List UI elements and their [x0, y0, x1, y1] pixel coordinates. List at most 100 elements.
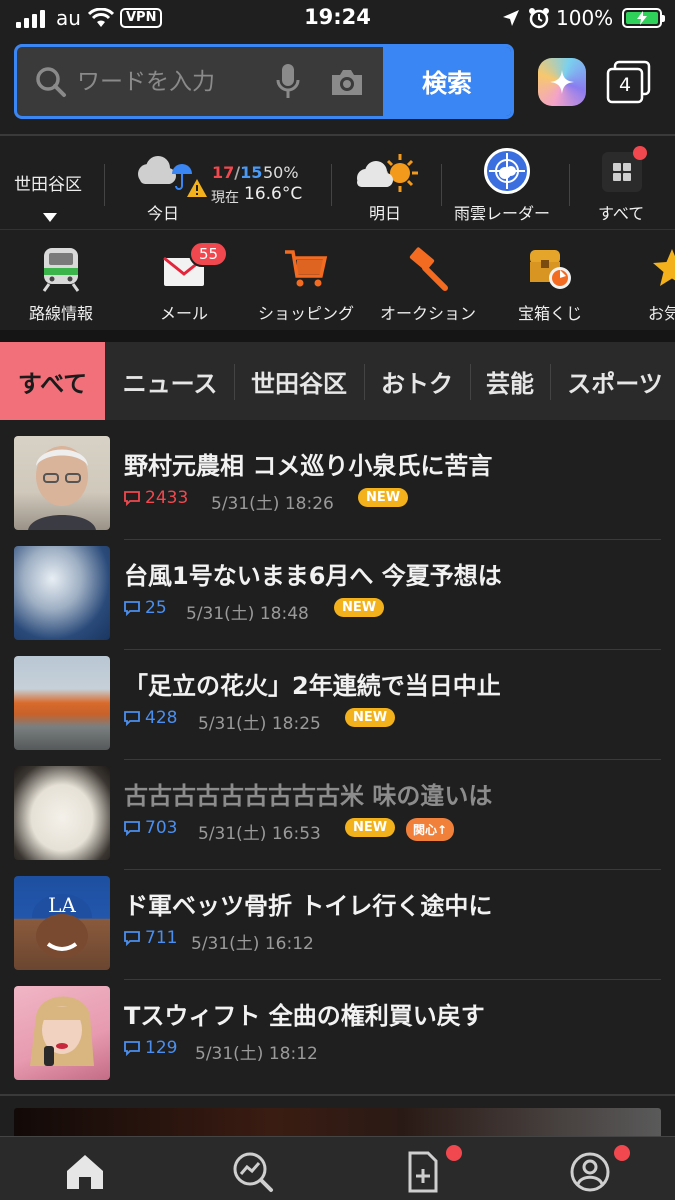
- rain-radar-icon[interactable]: [484, 148, 530, 194]
- trends-tab[interactable]: [232, 1151, 274, 1193]
- tab-count: 4: [618, 74, 632, 96]
- service-route-info[interactable]: 路線情報: [0, 232, 126, 328]
- news-item[interactable]: 「足立の花火」2年連続で当日中止 428 5/31(土) 18:25 NEW: [0, 656, 675, 766]
- news-title[interactable]: 古古古古古古古古古米 味の違いは: [124, 776, 492, 811]
- news-date: 5/31(土) 16:12: [191, 934, 314, 954]
- news-thumbnail: [14, 436, 110, 530]
- service-auction[interactable]: オークション: [363, 232, 493, 328]
- comment-icon: [124, 601, 140, 616]
- tab-deals[interactable]: おトク: [368, 342, 466, 420]
- star-icon: [653, 249, 675, 286]
- user-icon: [570, 1152, 610, 1192]
- tab-switcher-button[interactable]: 4: [606, 60, 652, 108]
- tab-sports[interactable]: スポーツ: [552, 342, 675, 420]
- location-selector[interactable]: 世田谷区: [14, 170, 82, 195]
- news-item[interactable]: 古古古古古古古古古米 味の違いは 703 5/31(土) 16:53 NEW 関…: [0, 766, 675, 876]
- news-thumbnail: [14, 986, 110, 1080]
- comment-count[interactable]: 428: [124, 708, 177, 728]
- tab-setagaya[interactable]: 世田谷区: [238, 342, 360, 420]
- service-favorites[interactable]: お気に: [607, 232, 675, 328]
- tab-news[interactable]: ニュース: [110, 342, 230, 420]
- weather-row: 世田谷区 今日 17/15 50% 現在 16.6°C 明日 雨雲レーダー すべ…: [0, 138, 675, 230]
- ai-assistant-icon[interactable]: [538, 58, 586, 106]
- category-tabs: すべて ニュース 世田谷区 おトク 芸能 スポーツ: [0, 342, 675, 420]
- news-item[interactable]: 野村元農相 コメ巡り小泉氏に苦言 2433 5/31(土) 18:26 NEW: [0, 436, 675, 546]
- news-date: 5/31(土) 18:26: [211, 494, 334, 514]
- saved-articles-tab[interactable]: [402, 1151, 444, 1193]
- search-input[interactable]: [77, 65, 277, 99]
- rain-radar-label[interactable]: 雨雲レーダー: [454, 200, 550, 224]
- news-item[interactable]: LA ド軍ベッツ骨折 トイレ行く途中に 711 5/31(土) 16:12: [0, 876, 675, 986]
- bottom-navigation: [0, 1136, 675, 1200]
- home-tab[interactable]: [64, 1151, 106, 1193]
- tomorrow-label[interactable]: 明日: [369, 200, 401, 224]
- warning-icon: [187, 179, 207, 197]
- home-icon: [67, 1155, 103, 1189]
- news-date: 5/31(土) 18:12: [195, 1044, 318, 1064]
- account-tab[interactable]: [569, 1151, 611, 1193]
- new-badge: NEW: [345, 708, 396, 727]
- tab-entertainment[interactable]: 芸能: [472, 342, 548, 420]
- rain-chance[interactable]: 50%: [263, 163, 299, 182]
- temp-high-low[interactable]: 17/15: [212, 163, 262, 182]
- news-item[interactable]: Tスウィフト 全曲の権利買い戻す 129 5/31(土) 18:12: [0, 986, 675, 1096]
- service-shortcuts: 路線情報 55 メール ショッピング オークション 宝箱くじ お気に: [0, 232, 675, 328]
- new-badge: NEW: [334, 598, 385, 617]
- notification-dot: [633, 146, 647, 160]
- battery-icon: [622, 8, 665, 28]
- comment-icon: [124, 711, 140, 726]
- news-title[interactable]: 「足立の花火」2年連続で当日中止: [124, 666, 501, 701]
- news-title[interactable]: ド軍ベッツ骨折 トイレ行く途中に: [124, 886, 492, 921]
- news-date: 5/31(土) 16:53: [198, 824, 321, 844]
- svg-text:LA: LA: [48, 893, 76, 917]
- news-thumbnail: [14, 766, 110, 860]
- camera-icon[interactable]: [330, 67, 364, 97]
- news-title[interactable]: 野村元農相 コメ巡り小泉氏に苦言: [124, 446, 492, 481]
- current-temp[interactable]: 16.6°C: [244, 184, 302, 204]
- add-document-icon: [408, 1151, 438, 1193]
- news-title[interactable]: Tスウィフト 全曲の権利買い戻す: [124, 996, 485, 1031]
- comment-icon: [124, 491, 140, 506]
- divider: [0, 134, 675, 136]
- comment-count[interactable]: 129: [124, 1038, 177, 1058]
- comment-icon: [124, 931, 140, 946]
- search-button[interactable]: 検索: [383, 47, 511, 116]
- comment-count[interactable]: 2433: [124, 488, 188, 508]
- all-services-label[interactable]: すべて: [598, 200, 644, 224]
- news-date: 5/31(土) 18:48: [186, 604, 309, 624]
- news-date: 5/31(土) 18:25: [198, 714, 321, 734]
- now-label: 現在: [211, 190, 239, 206]
- mail-unread-badge: 55: [189, 241, 229, 267]
- news-item[interactable]: 台風1号ないまま6月へ 今夏予想は 25 5/31(土) 18:48 NEW: [0, 546, 675, 656]
- auction-hammer-icon: [409, 247, 448, 291]
- comment-count[interactable]: 25: [124, 598, 167, 618]
- new-badge: NEW: [358, 488, 409, 507]
- news-title[interactable]: 台風1号ないまま6月へ 今夏予想は: [124, 556, 502, 591]
- interest-badge: 関心↑: [406, 818, 455, 841]
- location-arrow-icon: [503, 10, 519, 26]
- train-icon: [42, 248, 80, 292]
- tab-all[interactable]: すべて: [0, 342, 105, 420]
- service-shopping[interactable]: ショッピング: [241, 232, 371, 328]
- comment-icon: [124, 1041, 140, 1056]
- section-gap: [0, 330, 675, 342]
- new-badge: NEW: [345, 818, 396, 837]
- news-thumbnail: LA: [14, 876, 110, 970]
- comment-count[interactable]: 711: [124, 928, 177, 948]
- service-treasure-lottery[interactable]: 宝箱くじ: [485, 232, 615, 328]
- trend-search-icon: [233, 1152, 273, 1192]
- notification-dot: [446, 1145, 462, 1161]
- battery-percent: 100%: [556, 6, 614, 30]
- search-box[interactable]: 検索: [14, 44, 514, 119]
- today-label[interactable]: 今日: [147, 200, 179, 224]
- news-thumbnail: [14, 546, 110, 640]
- comment-count[interactable]: 703: [124, 818, 177, 838]
- service-mail[interactable]: 55 メール: [119, 232, 249, 328]
- cloudy-sunny-icon[interactable]: [352, 150, 418, 196]
- divider: [0, 1094, 675, 1096]
- chevron-down-icon[interactable]: [43, 213, 57, 222]
- comment-icon: [124, 821, 140, 836]
- microphone-icon[interactable]: [275, 62, 301, 102]
- search-icon: [36, 67, 66, 97]
- treasure-box-icon: [530, 250, 571, 289]
